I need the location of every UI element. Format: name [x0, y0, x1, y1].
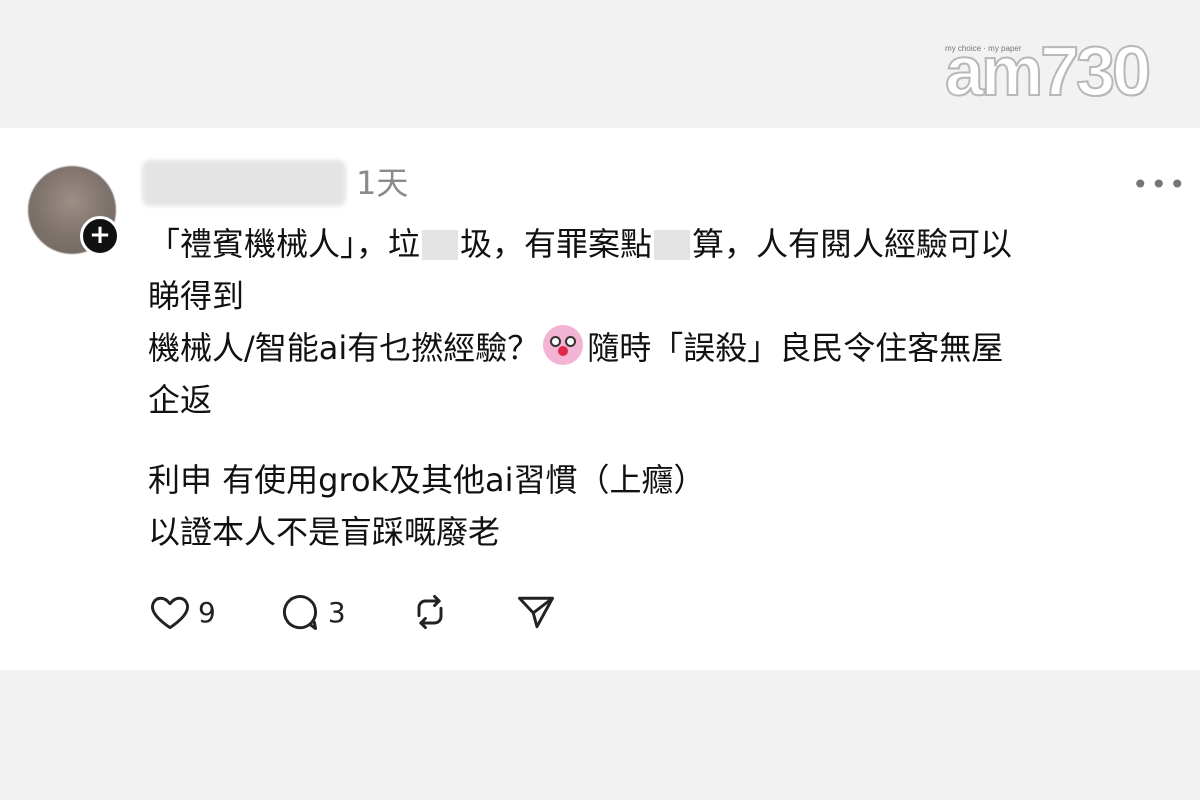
more-options-icon[interactable]: •••	[1132, 168, 1188, 201]
comment-button[interactable]: 3	[278, 590, 346, 634]
censor-block	[422, 230, 459, 260]
share-button[interactable]	[514, 590, 558, 634]
action-bar: 9 3	[148, 590, 620, 634]
post-line: 睇得到	[148, 277, 245, 315]
like-button[interactable]: 9	[148, 590, 216, 634]
repost-button[interactable]	[408, 590, 452, 634]
post-line: 「禮賓機械人」，垃 圾，有罪案點 算，人有閱人經驗可以	[148, 218, 1158, 270]
post-line: 以證本人不是盲踩嘅廢老	[148, 513, 501, 551]
repost-icon	[417, 594, 443, 630]
text-segment: 算，人有閱人經驗可以	[692, 225, 1013, 263]
comment-bubble-icon	[282, 595, 317, 630]
text-segment: 機械人/智能ai有乜撚經驗？	[148, 329, 540, 367]
top-band: my choice · my paper am730	[0, 0, 1200, 128]
text-segment: 「禮賓機械人」，垃	[148, 225, 421, 263]
heart-icon	[151, 596, 189, 630]
post-line: 機械人/智能ai有乜撚經驗？ 隨時「誤殺」良民令住客無屋	[148, 322, 1158, 374]
send-icon	[517, 596, 554, 629]
post-timestamp: 1天	[356, 164, 409, 202]
username-redacted[interactable]	[142, 160, 346, 206]
am730-logo: my choice · my paper am730	[944, 34, 1152, 107]
like-count: 9	[198, 595, 216, 629]
text-segment: 圾，有罪案點	[460, 225, 653, 263]
comment-count: 3	[327, 595, 346, 629]
logo-tagline: my choice · my paper	[945, 44, 1022, 53]
censor-block	[654, 230, 691, 260]
text-segment: 隨時「誤殺」良民令住客無屋	[587, 329, 1004, 367]
clown-face-emoji-icon	[543, 325, 584, 365]
post-body: 「禮賓機械人」，垃 圾，有罪案點 算，人有閱人經驗可以 睇得到 機械人/智能ai有乜…	[148, 218, 1158, 558]
post-line: 利申 有使用grok及其他ai習慣（上癮）	[148, 461, 706, 499]
follow-plus-icon[interactable]: +	[80, 216, 120, 256]
post-card: + 1天 ••• 「禮賓機械人」，垃 圾，有罪案點 算，人有閱人經驗可以 睇得到 機…	[0, 128, 1200, 670]
post-line: 企返	[148, 381, 213, 419]
